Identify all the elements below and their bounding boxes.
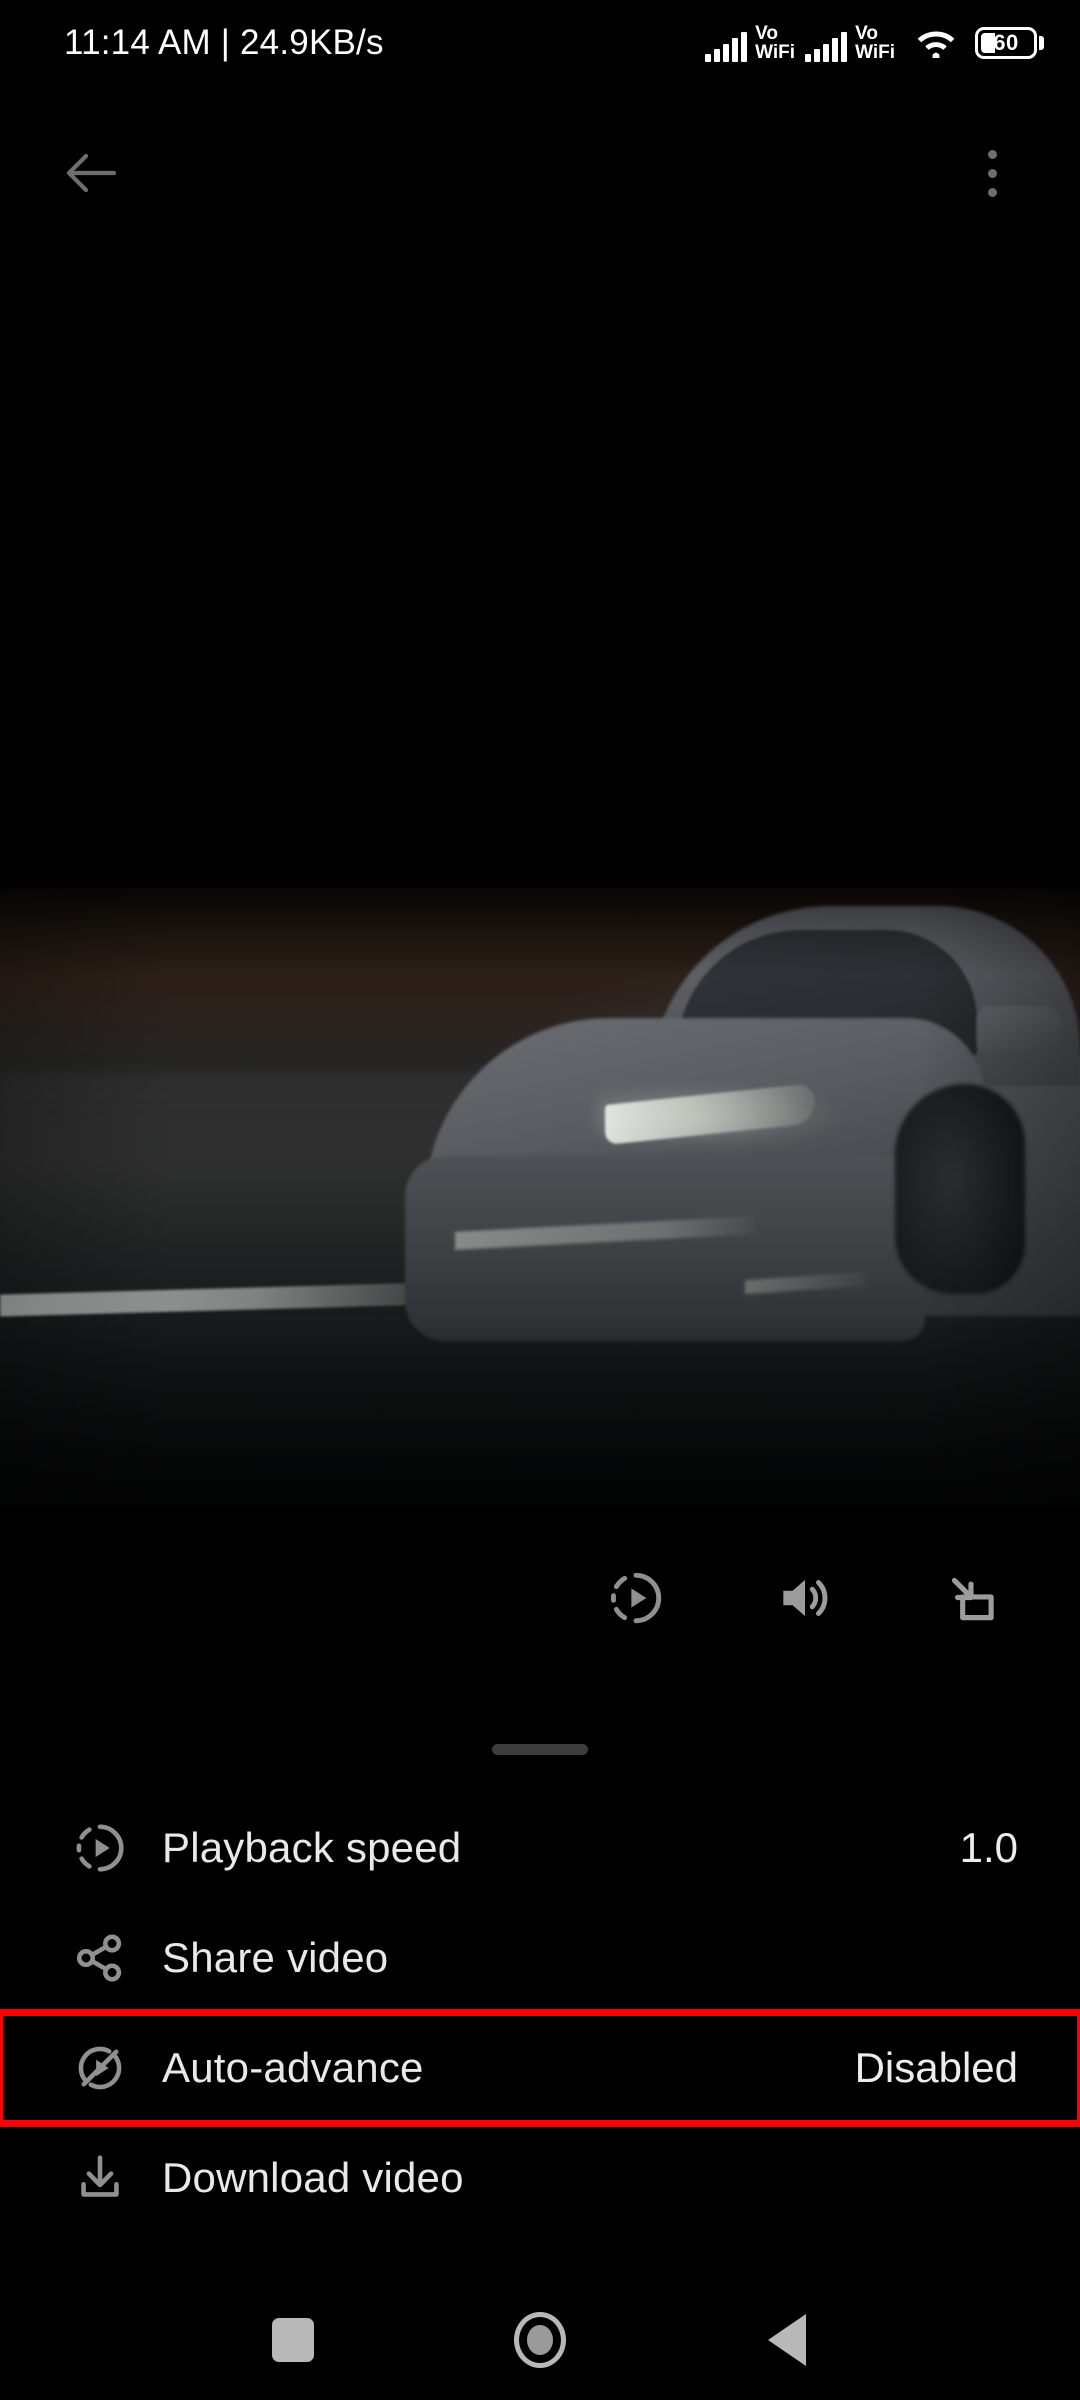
triangle-icon — [767, 2314, 806, 2366]
android-nav-bar — [0, 2280, 1080, 2400]
volume-icon[interactable] — [762, 1556, 846, 1640]
status-time-and-network: 11:14 AM | 24.9KB/s — [64, 23, 384, 62]
overflow-dot — [987, 149, 997, 159]
home-button[interactable] — [492, 2292, 588, 2388]
battery-icon: 60 — [975, 27, 1044, 59]
overflow-menu-icon[interactable] — [950, 131, 1034, 215]
square-icon — [272, 2318, 315, 2362]
picture-in-picture-icon[interactable] — [930, 1556, 1014, 1640]
menu-item-label: Share video — [162, 1934, 389, 1981]
menu-item-download-video[interactable]: Download video — [0, 2123, 1080, 2233]
auto-advance-off-icon — [64, 2032, 136, 2104]
sim1-vowifi-label: Vo WiFi — [755, 22, 796, 63]
sim2-vowifi-top: Vo — [855, 22, 878, 44]
back-button[interactable] — [739, 2292, 835, 2388]
app-bar — [0, 118, 1080, 228]
sim2-vowifi-label: Vo WiFi — [855, 22, 895, 63]
download-icon — [64, 2142, 136, 2214]
player-controls-row — [0, 1548, 1080, 1648]
share-icon — [64, 1922, 136, 1994]
sim1-vowifi-top: Vo — [755, 22, 778, 44]
menu-item-label: Auto-advance — [162, 2044, 424, 2091]
circle-icon — [513, 2312, 566, 2368]
video-surface[interactable] — [0, 888, 1080, 1506]
overflow-dot — [987, 168, 997, 178]
status-icons: Vo WiFi Vo WiFi 60 — [705, 22, 1044, 63]
signal-bars-icon — [705, 32, 748, 63]
sim2-vowifi-bottom: WiFi — [855, 42, 895, 63]
sheet-drag-handle[interactable] — [492, 1744, 588, 1755]
options-bottom-sheet: Playback speed 1.0 Share video Auto-adva… — [0, 1700, 1080, 2280]
back-arrow-icon[interactable] — [50, 131, 134, 215]
playback-speed-icon[interactable] — [594, 1556, 678, 1640]
battery-level-label: 60 — [993, 30, 1019, 55]
recents-button[interactable] — [245, 2292, 341, 2388]
menu-item-label: Download video — [162, 2154, 464, 2201]
signal-bars-icon — [805, 32, 848, 63]
menu-item-value: 1.0 — [959, 1824, 1018, 1871]
wifi-icon — [913, 24, 959, 63]
menu-item-share-video[interactable]: Share video — [0, 1903, 1080, 2013]
sim1-signal: Vo WiFi — [705, 22, 796, 63]
menu-item-auto-advance[interactable]: Auto-advance Disabled — [0, 2009, 1080, 2127]
video-vignette — [0, 888, 1080, 1506]
sim2-signal: Vo WiFi — [805, 22, 895, 63]
phone-screen: 11:14 AM | 24.9KB/s Vo WiFi Vo WiFi 60 P… — [0, 0, 1080, 2400]
menu-item-playback-speed[interactable]: Playback speed 1.0 — [0, 1793, 1080, 1903]
video-frame — [0, 888, 1080, 1506]
menu-item-value: Disabled — [854, 2044, 1018, 2091]
sim1-vowifi-bottom: WiFi — [755, 42, 796, 63]
overflow-dot — [987, 187, 997, 197]
options-menu-list: Playback speed 1.0 Share video Auto-adva… — [0, 1793, 1080, 2233]
playback-speed-icon — [64, 1812, 136, 1884]
status-bar: 11:14 AM | 24.9KB/s Vo WiFi Vo WiFi 60 — [0, 0, 1080, 86]
menu-item-label: Playback speed — [162, 1824, 462, 1871]
